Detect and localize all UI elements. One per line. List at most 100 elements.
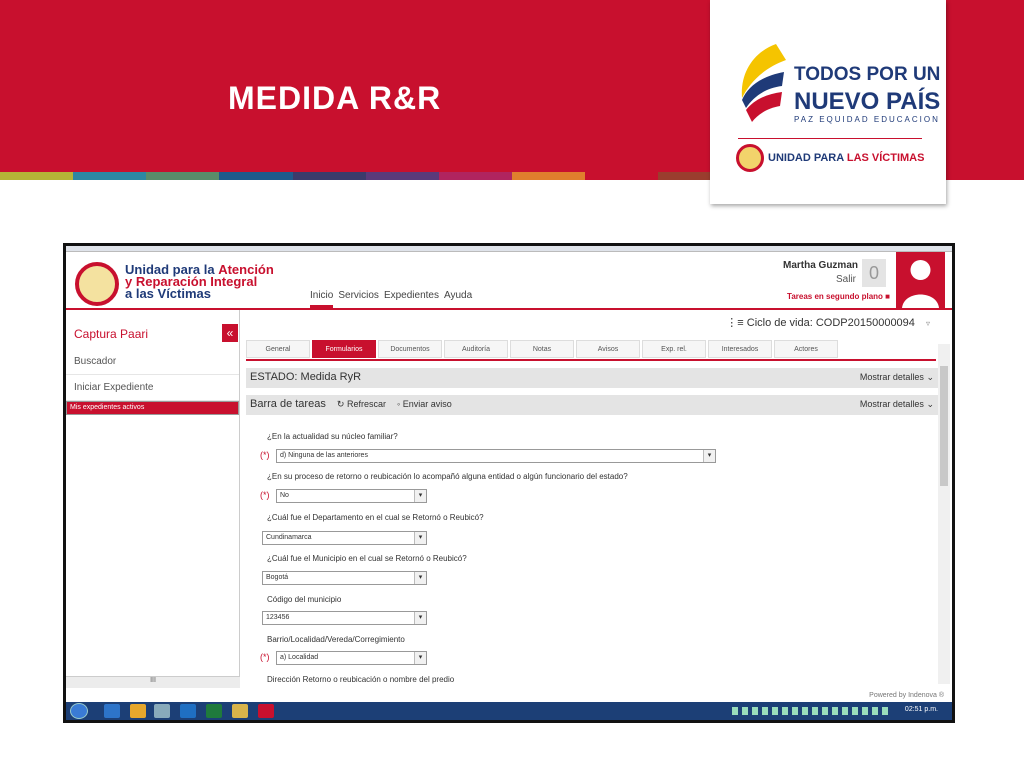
start-button-icon[interactable] (70, 703, 88, 719)
stripe-segment (365, 172, 439, 180)
notification-counter[interactable]: 0 (862, 259, 886, 287)
logout-link[interactable]: Salir (836, 274, 856, 285)
avatar[interactable] (896, 252, 945, 308)
folder-icon[interactable] (130, 704, 146, 718)
answer-3-value: Cundinamarca (266, 534, 312, 541)
nav-ayuda[interactable]: Ayuda (444, 290, 472, 308)
nav-servicios[interactable]: Servicios (338, 290, 379, 308)
taskbar-bar: Barra de tareas ↻ Refrescar ◦ Enviar avi… (246, 395, 940, 415)
stripe-segment (219, 172, 293, 180)
stripe-segment (0, 172, 74, 180)
question-4: ¿Cuál fue el Municipio en el cual se Ret… (267, 554, 467, 563)
estado-bar: ESTADO: Medida RyR Mostrar detalles ⌄ (246, 368, 940, 388)
answer-3-select[interactable]: Cundinamarca ▾ (262, 531, 427, 545)
tab-documentos[interactable]: Documentos (378, 340, 442, 358)
tab-avisos[interactable]: Avisos (576, 340, 640, 358)
sidebar-item-buscador[interactable]: Buscador (66, 349, 239, 375)
org-line3: a las Víctimas (125, 286, 211, 301)
tab-interesados[interactable]: Interesados (708, 340, 772, 358)
logo-divider (738, 138, 922, 139)
ie-icon[interactable] (104, 704, 120, 718)
show-details-estado[interactable]: Mostrar detalles ⌄ (860, 372, 934, 383)
coat-of-arms-icon (75, 262, 119, 306)
required-marker: (*) (260, 652, 270, 662)
barra-label: Barra de tareas (250, 398, 326, 410)
answer-5-select[interactable]: 123456 ▾ (262, 611, 427, 625)
windows-taskbar: 02:51 p.m. (66, 702, 952, 720)
background-tasks-label: Tareas en segundo plano (787, 292, 883, 301)
lifecycle-text: Ciclo de vida: CODP20150000094 (746, 317, 915, 329)
logo-text-line1: TODOS POR UN (794, 64, 941, 85)
unidad-text: UNIDAD PARA LAS VÍCTIMAS (768, 152, 924, 164)
required-marker: (*) (260, 450, 270, 460)
stripe-segment (585, 172, 659, 180)
stripe-segment (146, 172, 220, 180)
refresh-button[interactable]: ↻ Refrescar (337, 399, 386, 409)
tab-exp-rel[interactable]: Exp. rel. (642, 340, 706, 358)
lifecycle-menu-icon[interactable]: ▿ (926, 319, 930, 328)
answer-4-select[interactable]: Bogotá ▾ (262, 571, 427, 585)
tab-actores[interactable]: Actores (774, 340, 838, 358)
sidebar-item-iniciar-expediente[interactable]: Iniciar Expediente (66, 375, 239, 401)
main-nav: Inicio Servicios Expedientes Ayuda (310, 290, 472, 308)
government-logo: TODOS POR UN NUEVO PAÍS PAZ EQUIDAD EDUC… (710, 0, 946, 204)
nav-inicio[interactable]: Inicio (310, 290, 334, 308)
chevron-down-icon: ▾ (414, 572, 426, 584)
chevron-down-icon: ⌄ (926, 372, 934, 382)
sidebar: Captura Paari « Buscador Iniciar Expedie… (66, 310, 240, 684)
app-window: Unidad para la Atención y Reparación Int… (66, 246, 952, 720)
lifecycle-icon: ⋮≡ (726, 317, 744, 329)
system-tray-icons[interactable] (732, 707, 892, 715)
nav-expedientes[interactable]: Expedientes (384, 290, 439, 308)
excel-icon[interactable] (206, 704, 222, 718)
stripe-segment (511, 172, 586, 180)
chevron-down-icon: ▾ (703, 450, 715, 462)
tab-notas[interactable]: Notas (510, 340, 574, 358)
chevron-down-icon: ▾ (414, 652, 426, 664)
show-details-taskbar[interactable]: Mostrar detalles ⌄ (860, 399, 934, 410)
chevron-down-icon: ⌄ (926, 399, 934, 409)
tab-formularios[interactable]: Formularios (312, 340, 376, 358)
question-3: ¿Cuál fue el Departamento en el cual se … (267, 513, 484, 522)
answer-1-value: d) Ninguna de las anteriores (280, 452, 368, 459)
browser-strip (66, 246, 952, 252)
collapse-sidebar-button[interactable]: « (222, 324, 238, 342)
answer-2-select[interactable]: No ▾ (276, 489, 427, 503)
question-2: ¿En su proceso de retorno o reubicación … (267, 472, 628, 481)
tab-auditoria[interactable]: Auditoría (444, 340, 508, 358)
explorer-icon[interactable] (154, 704, 170, 718)
org-name: Unidad para la Atención y Reparación Int… (125, 263, 274, 301)
required-marker: (*) (260, 490, 270, 500)
app-icon[interactable] (232, 704, 248, 718)
send-notice-button[interactable]: ◦ Enviar aviso (397, 399, 452, 409)
answer-1-select[interactable]: d) Ninguna de las anteriores ▾ (276, 449, 716, 463)
logo-text-line3: PAZ EQUIDAD EDUCACION (794, 115, 940, 124)
horizontal-scrollbar[interactable]: III (66, 676, 240, 688)
question-7: Dirección Retorno o reubicación o nombre… (267, 675, 455, 684)
powered-by: Powered by Indenova ® (869, 692, 944, 699)
tabs-underline (246, 359, 936, 361)
answer-6-select[interactable]: a) Localidad ▾ (276, 651, 427, 665)
chevron-down-icon: ▾ (414, 490, 426, 502)
answer-6-value: a) Localidad (280, 654, 319, 661)
pdf-icon[interactable] (258, 704, 274, 718)
chevron-down-icon: ▾ (414, 612, 426, 624)
tasks-icon: ■ (885, 292, 890, 301)
bulb-icon: ◦ (397, 399, 401, 409)
stripe-segment (950, 172, 1024, 180)
unidad-prefix: UNIDAD PARA (768, 152, 847, 164)
unidad-suffix: LAS VÍCTIMAS (846, 152, 925, 164)
scroll-thumb[interactable] (940, 366, 948, 486)
sidebar-item-mis-expedientes[interactable]: Mis expedientes activos (66, 401, 239, 415)
flag-logo-icon (741, 44, 786, 122)
slide-title: MEDIDA R&R (228, 80, 442, 116)
stripe-segment (438, 172, 512, 180)
tab-bar: General Formularios Documentos Auditoría… (246, 340, 838, 358)
logo-text-line2: NUEVO PAÍS (794, 88, 941, 115)
show-details-label-2: Mostrar detalles (859, 399, 924, 409)
outlook-icon[interactable] (180, 704, 196, 718)
background-tasks-link[interactable]: Tareas en segundo plano ■ (787, 292, 890, 301)
tab-general[interactable]: General (246, 340, 310, 358)
vertical-scrollbar[interactable] (938, 344, 950, 684)
answer-2-value: No (280, 492, 289, 499)
